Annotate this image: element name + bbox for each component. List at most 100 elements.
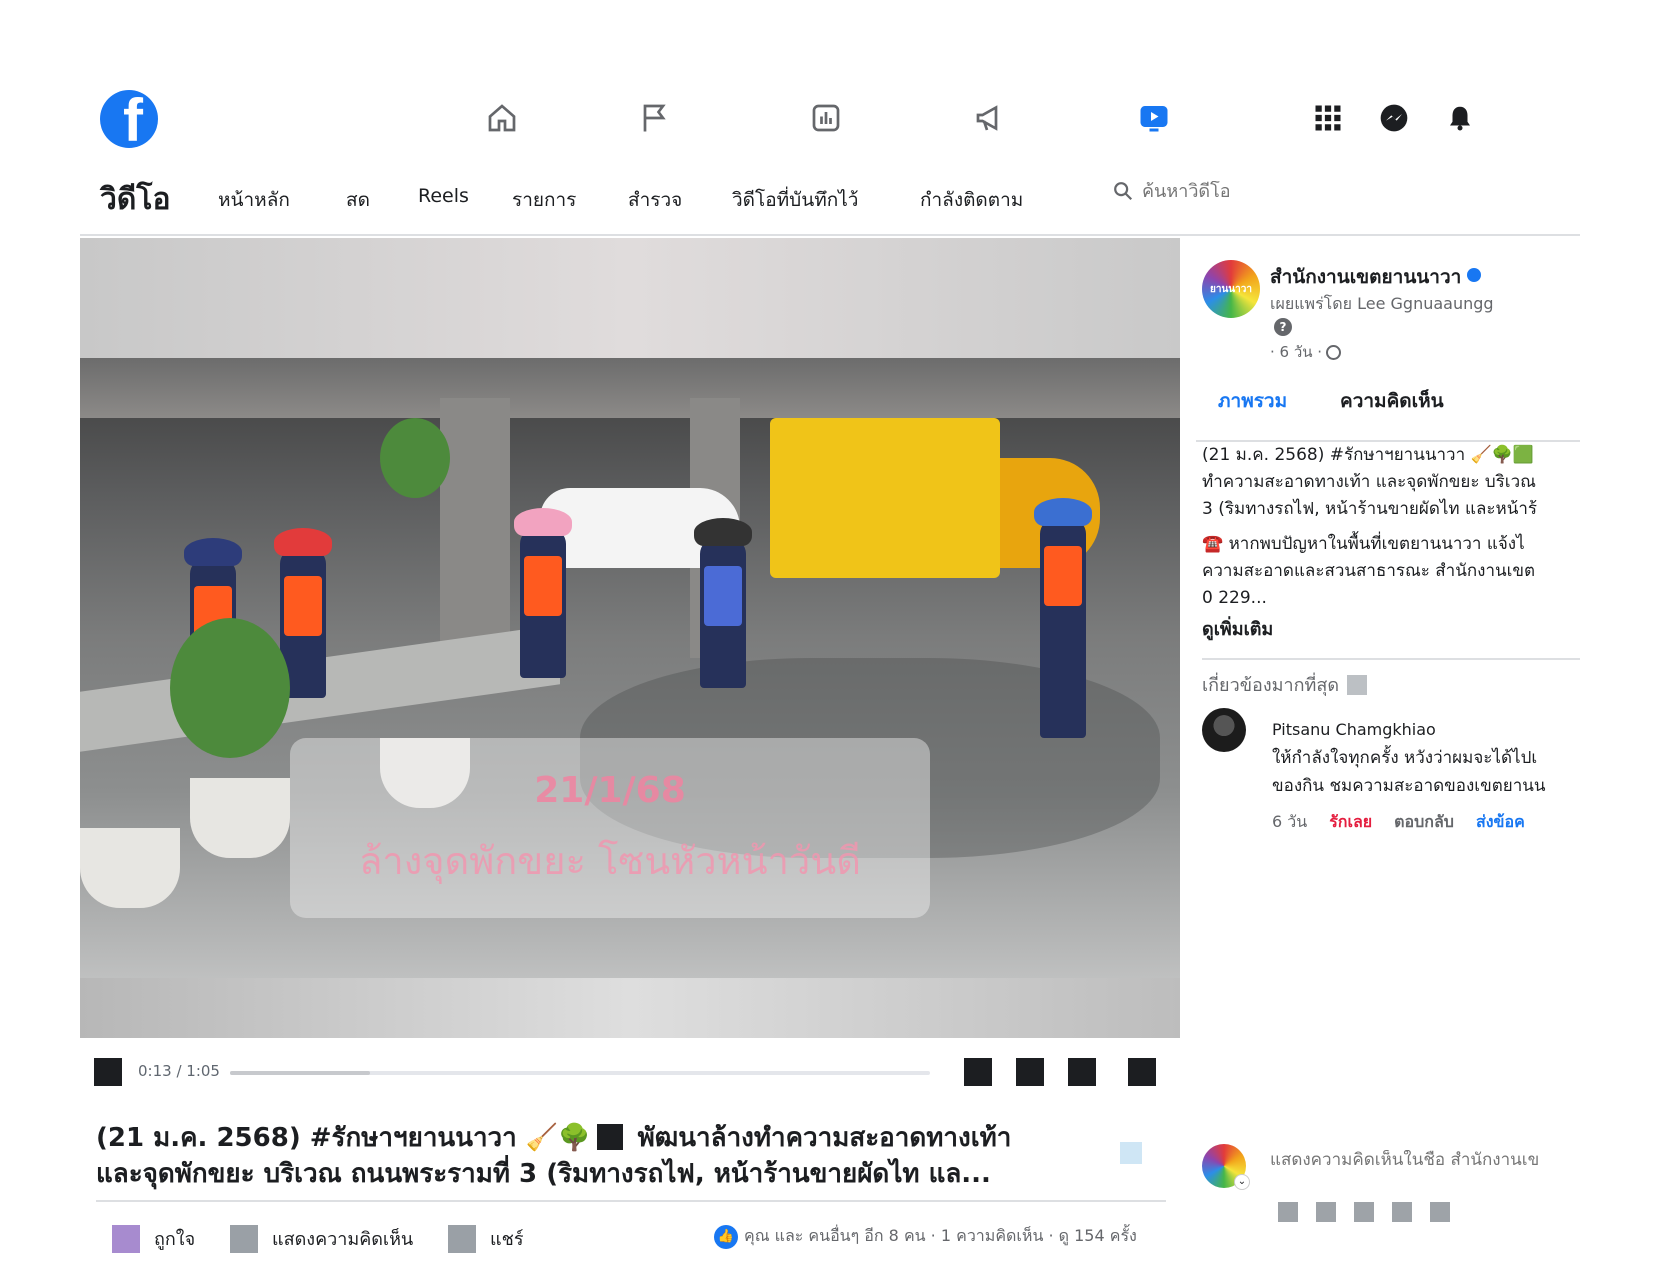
facebook-logo-letter: f: [123, 90, 143, 149]
share-icon: [448, 1224, 476, 1253]
verified-badge-icon: [1467, 268, 1482, 282]
video-progress-bar[interactable]: [230, 1071, 930, 1075]
globe-icon: [1326, 344, 1342, 360]
post-time-text: · 6 วัน ·: [1270, 343, 1323, 361]
facebook-logo[interactable]: f: [100, 90, 158, 148]
broom-icon: 🧹: [525, 1123, 559, 1153]
comment-line: ของกิน ชมความสะอาดของเขตยานน: [1272, 776, 1546, 796]
messenger-icon[interactable]: [1376, 100, 1412, 136]
scene-truck: [770, 418, 1000, 578]
search-input[interactable]: [1142, 180, 1312, 202]
stats-text: คุณ และ คนอื่นๆ อีก 8 คน · 1 ความคิดเห็น…: [744, 1226, 1137, 1245]
overlay-date: 21/1/68: [534, 770, 686, 811]
subnav-reels[interactable]: Reels: [418, 185, 469, 207]
camera-icon[interactable]: [1316, 1202, 1336, 1222]
scene-pot: [80, 828, 180, 908]
comment-text: ให้กำลังใจทุกครั้ง หวังว่าผมจะได้ไปเ ของ…: [1272, 744, 1546, 800]
subnav-explore[interactable]: สำรวจ: [628, 185, 682, 215]
sticker-icon[interactable]: [1392, 1202, 1412, 1222]
page-title: วิดีโอ: [100, 182, 171, 217]
search-icon: [1114, 182, 1133, 201]
megaphone-icon[interactable]: [970, 98, 1010, 138]
time-current: 0:13: [138, 1062, 172, 1080]
video-frame-scene: 21/1/68 ล้างจุดพักขยะ โซนหัวหน้าวันดี: [80, 358, 1180, 978]
caption-part: (21 ม.ค. 2568) #รักษาฯยานนาวา: [96, 1123, 517, 1153]
commenter-name[interactable]: Pitsanu Chamgkhiao: [1272, 720, 1436, 739]
video-icon[interactable]: [1134, 98, 1174, 138]
emoji-placeholder-icon: [596, 1124, 623, 1150]
video-player[interactable]: 21/1/68 ล้างจุดพักขยะ โซนหัวหน้าวันดี: [80, 238, 1180, 1038]
comment-send-message-button[interactable]: ส่งข้อค: [1476, 810, 1525, 835]
share-button[interactable]: แชร์: [448, 1224, 524, 1253]
tab-comments[interactable]: ความคิดเห็น: [1340, 386, 1444, 416]
subnav-shows[interactable]: รายการ: [512, 185, 576, 215]
tree-icon: 🌳: [558, 1123, 591, 1153]
scene-pillar: [440, 398, 510, 658]
avatar-text: ยานนาวา: [1210, 283, 1252, 295]
play-pause-button[interactable]: [94, 1058, 122, 1086]
comment-actions: 6 วัน รักเลย ตอบกลับ ส่งข้อค: [1272, 810, 1525, 835]
tab-overview[interactable]: ภาพรวม: [1218, 386, 1287, 416]
chevron-down-icon[interactable]: ⌄: [1234, 1174, 1250, 1190]
post-time: · 6 วัน ·: [1270, 340, 1342, 364]
reaction-stats[interactable]: 👍 คุณ และ คนอื่นๆ อีก 8 คน · 1 ความคิดเห…: [714, 1224, 1137, 1249]
like-button[interactable]: ถูกใจ: [112, 1224, 195, 1253]
post-line: ความสะอาดและสวนสาธารณะ สำนักงานเขต: [1202, 561, 1536, 581]
caption-divider: [96, 1200, 1166, 1202]
pip-button[interactable]: [1068, 1058, 1096, 1086]
post-divider: [1202, 658, 1580, 660]
expand-caption-icon[interactable]: [1120, 1142, 1142, 1164]
home-icon[interactable]: [482, 98, 522, 138]
gif-icon[interactable]: [1354, 1202, 1374, 1222]
settings-button[interactable]: [964, 1058, 992, 1086]
video-time: 0:13 / 1:05: [138, 1062, 220, 1080]
sort-label: เกี่ยวข้องมากที่สุด: [1202, 675, 1340, 696]
emoji-icon[interactable]: [1278, 1202, 1298, 1222]
subnav-saved[interactable]: วิดีโอที่บันทึกไว้: [732, 185, 858, 215]
time-total: 1:05: [186, 1062, 220, 1080]
post-line: 3 (ริมทางรถไฟ, หน้าร้านขายผัดไท และหน้าร…: [1202, 499, 1538, 519]
see-more-link[interactable]: ดูเพิ่มเติม: [1202, 614, 1273, 643]
volume-button[interactable]: [1016, 1058, 1044, 1086]
scene-pot: [190, 778, 290, 858]
chart-icon[interactable]: [806, 98, 846, 138]
grid-menu-icon[interactable]: [1310, 100, 1346, 136]
avatar-sticker-icon[interactable]: [1430, 1202, 1450, 1222]
fullscreen-button[interactable]: [1128, 1058, 1156, 1086]
post-line: 0 229...: [1202, 588, 1267, 608]
caption-part: และจุดพักขยะ บริเวณ ถนนพระรามที่ 3 (ริมท…: [96, 1159, 991, 1189]
info-panel: ยานนาวา สำนักงานเขตยานนาวา เผยแพร่โดย Le…: [1196, 238, 1580, 1268]
like-label: ถูกใจ: [154, 1229, 196, 1250]
comment-button[interactable]: แสดงความคิดเห็น: [230, 1224, 413, 1253]
post-line: ทำความสะอาดทางเท้า และจุดพักขยะ บริเวณ: [1202, 472, 1536, 492]
flag-icon[interactable]: [634, 98, 674, 138]
share-label: แชร์: [490, 1229, 524, 1250]
comment-love-button[interactable]: รักเลย: [1329, 810, 1372, 835]
post-line: (21 ม.ค. 2568) #รักษาฯยานนาวา 🧹🌳🟩: [1202, 445, 1535, 465]
chevron-down-icon: [1347, 674, 1368, 695]
overlay-caption: ล้างจุดพักขยะ โซนหัวหน้าวันดี: [359, 839, 861, 883]
comment-input[interactable]: [1270, 1150, 1580, 1170]
video-caption: (21 ม.ค. 2568) #รักษาฯยานนาวา 🧹🌳 พัฒนาล้…: [96, 1120, 1096, 1192]
scene-worker: [514, 508, 572, 678]
comment-label: แสดงความคิดเห็น: [272, 1229, 414, 1250]
subnav-home[interactable]: หน้าหลัก: [218, 185, 290, 215]
page-avatar[interactable]: ยานนาวา: [1202, 260, 1260, 318]
comment-time[interactable]: 6 วัน: [1272, 810, 1307, 835]
page-name-text: สำนักงานเขตยานนาวา: [1270, 266, 1462, 288]
commenter-avatar[interactable]: [1202, 708, 1246, 752]
help-icon[interactable]: ?: [1274, 318, 1292, 336]
thumbs-up-icon: 👍: [714, 1224, 738, 1249]
subnav-following[interactable]: กำลังติดตาม: [920, 185, 1023, 215]
subnav-live[interactable]: สด: [346, 185, 370, 215]
comment-tools: [1278, 1202, 1450, 1222]
page-name[interactable]: สำนักงานเขตยานนาวา: [1270, 262, 1482, 292]
video-search[interactable]: [1112, 180, 1312, 202]
comment-reply-button[interactable]: ตอบกลับ: [1394, 810, 1454, 835]
post-line: ☎️ หากพบปัญหาในพื้นที่เขตยานนาวา แจ้งไ: [1202, 534, 1525, 554]
comment-icon: [230, 1224, 258, 1253]
shared-by: เผยแพร่โดย Lee Ggnuaaungg: [1270, 294, 1494, 313]
bell-icon[interactable]: [1442, 100, 1478, 136]
comment-sort-dropdown[interactable]: เกี่ยวข้องมากที่สุด: [1202, 670, 1368, 699]
scene-plant: [380, 418, 450, 498]
